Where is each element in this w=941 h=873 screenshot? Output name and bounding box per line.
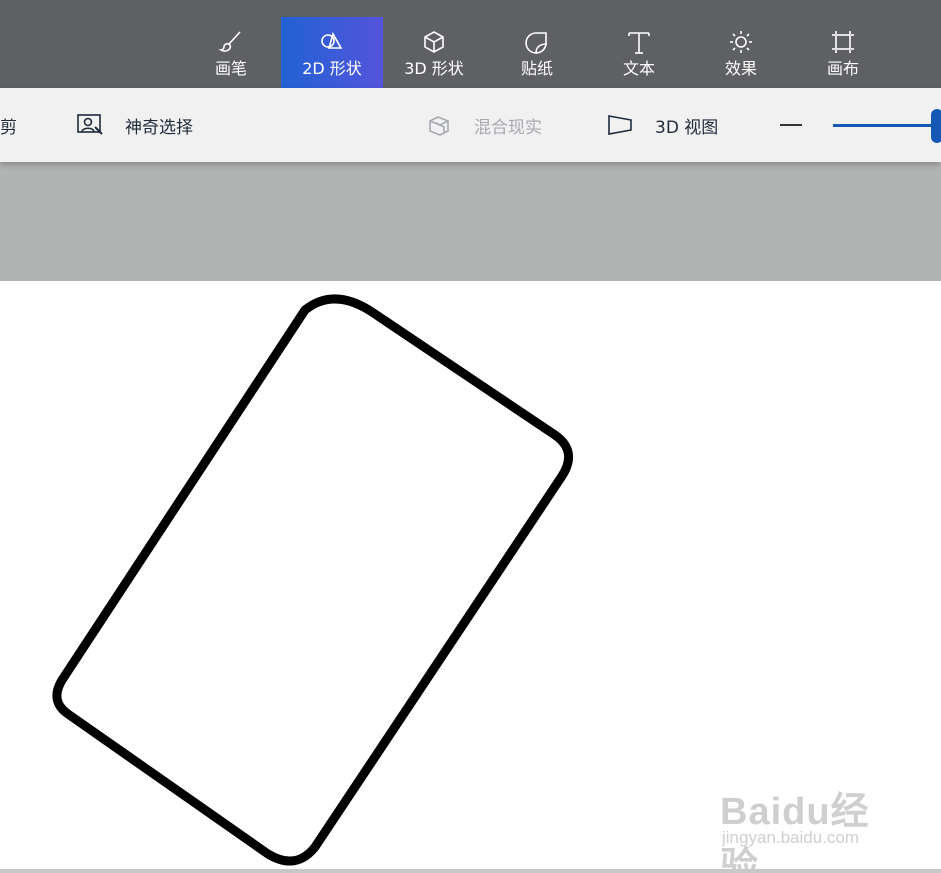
minus-icon[interactable] [780,124,802,126]
tab-stickers[interactable]: 贴纸 [486,17,588,88]
tab-brushes-label: 画笔 [214,59,247,78]
tab-canvas[interactable]: 画布 [792,17,894,88]
workspace-background [0,162,941,281]
view-3d-label: 3D 视图 [655,117,719,138]
paint-3d-window: 画笔 2D 形状 3D 形状 贴纸 文本 效果 画布 剪 神奇选择 混合现实 3… [0,0,941,873]
brush-icon [180,29,282,55]
tab-2d-shapes[interactable]: 2D 形状 [281,17,383,88]
tab-effects-label: 效果 [724,59,757,78]
watermark-logo: Baidu经验 [720,791,870,873]
shapes-2d-icon [281,29,383,55]
zoom-slider-track[interactable] [833,124,937,127]
baidu-watermark: Baidu经验 jingyan.baidu.com [720,770,900,873]
cube-3d-icon [383,29,485,55]
zoom-slider-thumb[interactable] [931,109,941,143]
crop-button[interactable]: 剪 [0,88,17,162]
tab-canvas-label: 画布 [826,59,859,78]
mixed-reality-label: 混合现实 [474,117,542,138]
command-bar: 剪 神奇选择 混合现实 3D 视图 [0,88,941,162]
view-3d-button[interactable]: 3D 视图 [606,88,718,162]
tab-3d-shapes[interactable]: 3D 形状 [383,17,485,88]
tab-3d-shapes-label: 3D 形状 [404,59,464,78]
text-icon [588,29,690,55]
view-3d-icon [606,111,634,139]
canvas-bottom-edge [0,869,941,873]
mixed-reality-icon [427,111,455,139]
tab-text-label: 文本 [622,59,655,78]
tab-brushes[interactable]: 画笔 [180,17,282,88]
magic-select-icon [76,111,104,139]
magic-select-label: 神奇选择 [125,117,193,138]
crop-label: 剪 [0,117,17,138]
tab-2d-shapes-label: 2D 形状 [302,59,362,78]
canvas-crop-icon [792,29,894,55]
magic-select-button[interactable]: 神奇选择 [76,88,193,162]
drawing-canvas[interactable]: Baidu经验 jingyan.baidu.com [0,281,941,873]
tab-text[interactable]: 文本 [588,17,690,88]
tab-stickers-label: 贴纸 [520,59,553,78]
watermark-url: jingyan.baidu.com [722,828,860,847]
mixed-reality-button[interactable]: 混合现实 [427,88,542,162]
tab-effects[interactable]: 效果 [690,17,792,88]
effects-sun-icon [690,29,792,55]
top-menu-bar: 画笔 2D 形状 3D 形状 贴纸 文本 效果 画布 [0,0,941,88]
sticker-icon [486,29,588,55]
